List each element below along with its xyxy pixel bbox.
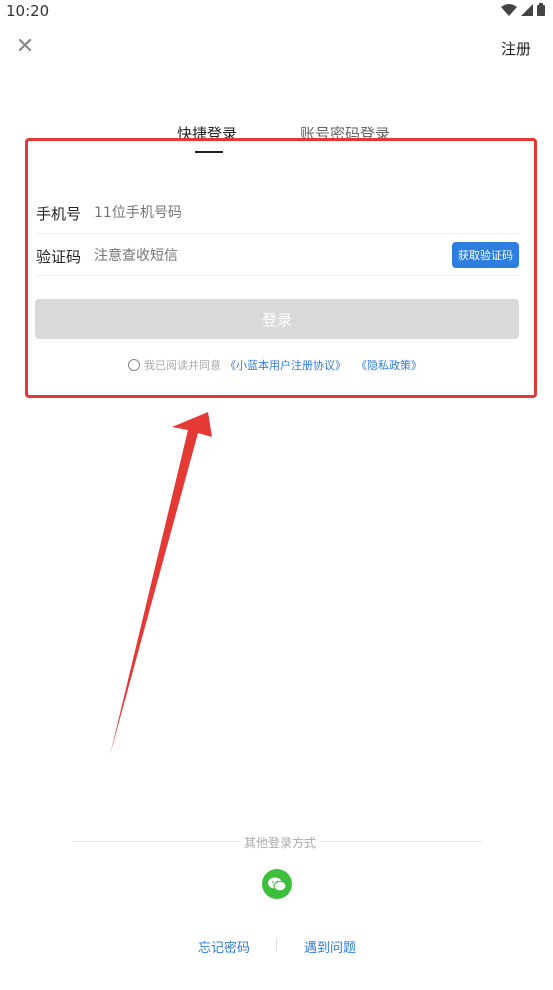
footer-divider — [276, 938, 277, 952]
problems-link[interactable]: 遇到问题 — [304, 937, 356, 956]
register-link[interactable]: 注册 — [501, 38, 531, 59]
signal-icon — [521, 3, 533, 16]
status-time: 10:20 — [6, 2, 50, 20]
battery-icon — [537, 3, 545, 16]
wechat-login-button[interactable] — [262, 869, 292, 899]
close-icon[interactable]: ✕ — [14, 36, 36, 58]
wifi-icon — [501, 3, 517, 16]
status-icons — [501, 3, 545, 16]
highlight-box — [25, 138, 537, 398]
other-login-label: 其他登录方式 — [240, 834, 321, 851]
wechat-icon — [268, 877, 287, 892]
forgot-password-link[interactable]: 忘记密码 — [198, 937, 250, 956]
